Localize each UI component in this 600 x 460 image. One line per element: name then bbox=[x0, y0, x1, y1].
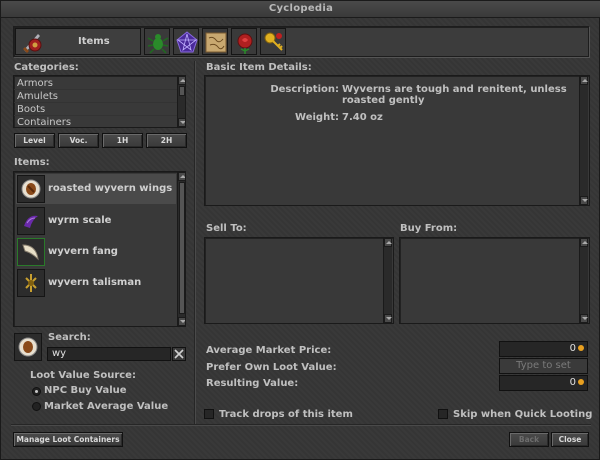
filter-vocation-button[interactable]: Voc. bbox=[58, 133, 99, 148]
resulting-value-field: 0 bbox=[499, 375, 588, 391]
search-preview-icon bbox=[14, 333, 42, 361]
category-item[interactable]: Containers bbox=[14, 116, 177, 127]
sell-to-list bbox=[204, 237, 394, 324]
roasted-wings-icon bbox=[17, 175, 45, 203]
details-panel: Description: Wyverns are tough and renit… bbox=[204, 75, 590, 206]
sword-shield-icon bbox=[20, 30, 44, 54]
item-name: wyvern fang bbox=[48, 246, 118, 257]
track-drops-checkbox[interactable] bbox=[204, 409, 214, 419]
bug-icon bbox=[147, 34, 169, 54]
scroll-thumb[interactable] bbox=[179, 182, 185, 314]
skip-quick-looting-label: Skip when Quick Looting bbox=[453, 409, 593, 420]
category-item[interactable]: Boots bbox=[14, 103, 177, 116]
tab-map[interactable] bbox=[202, 28, 228, 55]
item-name: wyvern talisman bbox=[48, 277, 142, 288]
manage-loot-containers-button[interactable]: Manage Loot Containers bbox=[13, 432, 123, 447]
search-input[interactable]: wy bbox=[47, 347, 171, 361]
item-name: roasted wyvern wings bbox=[48, 183, 173, 194]
scroll-up-icon[interactable] bbox=[178, 76, 185, 85]
list-item[interactable]: wyvern talisman bbox=[16, 268, 176, 298]
filter-1h-button[interactable]: 1H bbox=[102, 133, 143, 148]
list-item[interactable]: wyrm scale bbox=[16, 206, 176, 236]
list-item[interactable]: roasted wyvern wings bbox=[16, 174, 176, 204]
items-list: roasted wyvern wings wyrm scale wyvern f… bbox=[13, 171, 186, 327]
scroll-thumb[interactable] bbox=[179, 86, 185, 96]
cyclopedia-window: Cyclopedia Items Categories: Armors Amul… bbox=[0, 0, 600, 460]
footer-separator bbox=[11, 424, 591, 426]
market-average-value-label: Market Average Value bbox=[44, 401, 169, 412]
search-label: Search: bbox=[48, 332, 91, 343]
column-divider bbox=[194, 61, 196, 425]
prefer-own-loot-label: Prefer Own Loot Value: bbox=[206, 362, 337, 373]
description-value: Wyverns are tough and renitent, unless r… bbox=[342, 84, 567, 106]
market-average-value-radio[interactable] bbox=[32, 402, 41, 411]
avg-market-price-label: Average Market Price: bbox=[206, 345, 332, 356]
categories-list: Armors Amulets Boots Containers bbox=[13, 75, 186, 128]
resulting-value: 0 bbox=[569, 377, 576, 388]
skip-quick-looting-checkbox[interactable] bbox=[438, 409, 448, 419]
tab-items-label: Items bbox=[78, 36, 110, 47]
sell-to-scrollbar[interactable] bbox=[383, 238, 392, 323]
resulting-value-label: Resulting Value: bbox=[206, 378, 299, 389]
category-item[interactable]: Armors bbox=[14, 77, 177, 90]
details-scrollbar[interactable] bbox=[579, 76, 588, 205]
avg-market-price-value: 0 bbox=[569, 343, 576, 354]
tab-bestiary[interactable] bbox=[144, 28, 170, 55]
loot-value-heading: Loot Value Source: bbox=[30, 370, 136, 381]
npc-buy-value-label: NPC Buy Value bbox=[44, 385, 127, 396]
filter-2h-button[interactable]: 2H bbox=[146, 133, 187, 148]
scroll-down-icon[interactable] bbox=[178, 317, 185, 326]
wyvern-talisman-icon bbox=[17, 269, 45, 297]
tab-houses[interactable] bbox=[231, 28, 257, 55]
key-icon bbox=[264, 32, 283, 51]
close-icon bbox=[174, 349, 184, 359]
gold-coin-icon bbox=[578, 379, 584, 385]
items-scrollbar[interactable] bbox=[177, 172, 185, 326]
buy-from-scrollbar[interactable] bbox=[579, 238, 588, 323]
avg-market-price-field: 0 bbox=[499, 341, 588, 357]
items-heading: Items: bbox=[14, 157, 50, 168]
back-button[interactable]: Back bbox=[509, 432, 549, 447]
tab-keys[interactable] bbox=[260, 28, 286, 55]
window-title: Cyclopedia bbox=[1, 1, 600, 18]
list-item[interactable]: wyvern fang bbox=[16, 237, 176, 267]
pentagram-icon bbox=[176, 31, 198, 53]
scroll-up-icon[interactable] bbox=[178, 172, 185, 181]
scroll-up-icon[interactable] bbox=[384, 238, 392, 247]
clear-search-button[interactable] bbox=[172, 347, 186, 361]
scroll-down-icon[interactable] bbox=[580, 196, 588, 205]
wyvern-fang-icon bbox=[17, 238, 45, 266]
description-label: Description: bbox=[270, 84, 339, 95]
buy-from-heading: Buy From: bbox=[400, 223, 458, 234]
category-item[interactable]: Amulets bbox=[14, 90, 177, 103]
gold-coin-icon bbox=[578, 345, 584, 351]
details-heading: Basic Item Details: bbox=[206, 62, 312, 73]
categories-scrollbar[interactable] bbox=[177, 76, 185, 127]
tab-charms[interactable] bbox=[173, 28, 199, 55]
sell-to-heading: Sell To: bbox=[206, 223, 247, 234]
filter-level-button[interactable]: Level bbox=[14, 133, 55, 148]
scroll-down-icon[interactable] bbox=[178, 118, 185, 127]
tab-items[interactable]: Items bbox=[15, 28, 141, 55]
categories-heading: Categories: bbox=[14, 62, 79, 73]
scroll-up-icon[interactable] bbox=[580, 238, 588, 247]
wyrm-scale-icon bbox=[17, 207, 45, 235]
buy-from-list bbox=[399, 237, 590, 324]
scroll-down-icon[interactable] bbox=[384, 314, 392, 323]
track-drops-label: Track drops of this item bbox=[219, 409, 353, 420]
prefer-own-loot-input[interactable]: Type to set bbox=[499, 358, 588, 374]
scroll-up-icon[interactable] bbox=[580, 76, 588, 85]
scroll-down-icon[interactable] bbox=[580, 314, 588, 323]
rose-icon bbox=[237, 33, 253, 54]
weight-value: 7.40 oz bbox=[342, 112, 383, 123]
map-icon bbox=[205, 32, 227, 53]
close-button[interactable]: Close bbox=[551, 432, 589, 447]
npc-buy-value-radio[interactable] bbox=[32, 387, 41, 396]
weight-label: Weight: bbox=[295, 112, 339, 123]
item-name: wyrm scale bbox=[48, 215, 112, 226]
